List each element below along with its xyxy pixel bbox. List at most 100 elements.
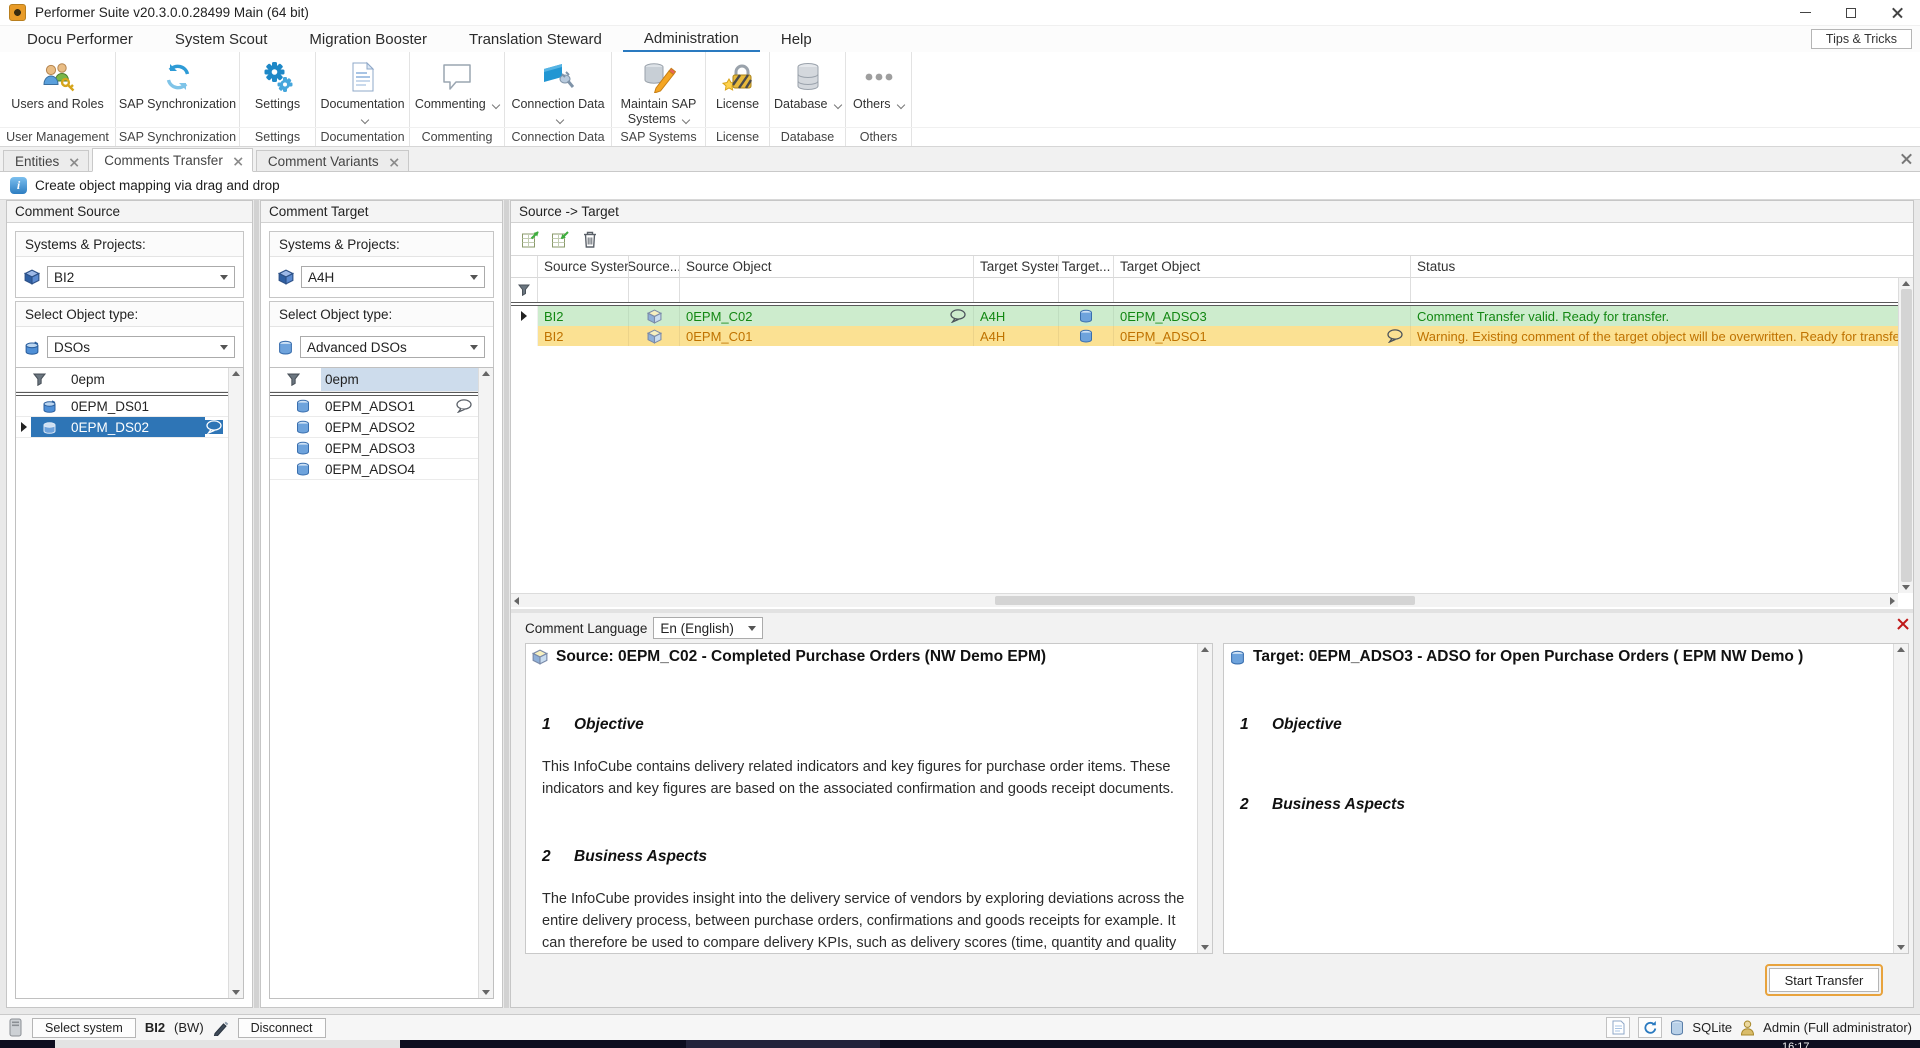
grid-arrow-icon <box>521 230 540 249</box>
export-mapping-button[interactable] <box>520 229 540 249</box>
list-item[interactable]: 0EPM_DS01 <box>16 396 243 417</box>
grid-vertical-scrollbar[interactable] <box>1898 278 1913 593</box>
ribbon-settings[interactable]: Settings <box>240 52 315 127</box>
source-objecttype-combo[interactable]: DSOs <box>47 336 235 358</box>
source-comment-title: Source: 0EPM_C02 - Completed Purchase Or… <box>556 648 1046 666</box>
scroll-down-icon[interactable] <box>482 990 490 995</box>
ribbon-connection-data[interactable]: Connection Data <box>505 52 611 127</box>
close-preview-icon[interactable] <box>1897 617 1908 632</box>
comment-language-combo[interactable]: En (English) <box>653 617 763 639</box>
target-filter-value[interactable]: 0epm <box>321 368 493 391</box>
splitter[interactable] <box>254 200 259 1008</box>
splitter[interactable] <box>504 200 509 1008</box>
target-comment-document[interactable]: 1 Objective 2 Business Aspects <box>1224 716 1908 814</box>
mapping-grid: Source System Source... Source Object Ta… <box>511 255 1913 607</box>
tab-close-icon[interactable] <box>389 158 395 164</box>
source-list-scrollbar[interactable] <box>228 368 243 998</box>
delete-mapping-button[interactable] <box>580 229 600 249</box>
close-button[interactable] <box>1874 0 1920 25</box>
refresh-button[interactable] <box>1638 1017 1662 1038</box>
tab-close-icon[interactable] <box>70 158 76 164</box>
col-status[interactable]: Status <box>1411 256 1913 278</box>
filter-funnel-icon <box>287 373 300 386</box>
ribbon-database[interactable]: Database <box>770 52 845 127</box>
scroll-down-icon[interactable] <box>232 990 240 995</box>
menu-docu-performer[interactable]: Docu Performer <box>6 26 154 52</box>
list-item[interactable]: 0EPM_ADSO2 <box>270 417 493 438</box>
menu-administration[interactable]: Administration <box>623 26 760 52</box>
scroll-down-icon[interactable] <box>1902 585 1910 590</box>
list-item[interactable]: 0EPM_ADSO3 <box>270 438 493 459</box>
col-source-object[interactable]: Source Object <box>680 256 974 278</box>
scroll-down-icon[interactable] <box>1201 945 1209 950</box>
target-list-scrollbar[interactable] <box>478 368 493 998</box>
col-target-type[interactable]: Target... <box>1059 256 1114 278</box>
maximize-button[interactable] <box>1828 0 1874 25</box>
documentation-icon <box>349 59 377 95</box>
source-comment-document[interactable]: 1 Objective This InfoCube contains deliv… <box>526 716 1212 976</box>
disconnect-button[interactable]: Disconnect <box>238 1018 326 1038</box>
scrollbar-thumb[interactable] <box>995 596 1415 605</box>
tips-tricks-button[interactable]: Tips & Tricks <box>1811 29 1912 49</box>
col-target-system[interactable]: Target System <box>974 256 1059 278</box>
list-item-selected[interactable]: 0EPM_DS02 <box>16 417 243 438</box>
list-item[interactable]: 0EPM_ADSO4 <box>270 459 493 480</box>
ribbon-others[interactable]: Others <box>846 52 911 127</box>
grid-filter-row[interactable] <box>511 278 1913 302</box>
target-objecttype-combo[interactable]: Advanced DSOs <box>300 336 485 358</box>
pen-icon[interactable] <box>213 1020 229 1036</box>
scroll-up-icon[interactable] <box>232 371 240 376</box>
mapping-row-warning[interactable]: BI2 0EPM_C01 A4H 0EPM_ADSO1 <box>511 326 1913 346</box>
status-warning: Warning. Existing comment of the target … <box>1411 326 1913 346</box>
connected-system-label: BI2 <box>145 1020 165 1035</box>
source-filter-value[interactable]: 0epm <box>67 368 243 391</box>
scroll-right-icon[interactable] <box>1890 597 1895 605</box>
tab-entities[interactable]: Entities <box>3 150 89 171</box>
scroll-up-icon[interactable] <box>1897 647 1905 652</box>
tab-comment-variants[interactable]: Comment Variants <box>256 150 409 171</box>
ribbon-documentation[interactable]: Documentation <box>316 52 409 127</box>
ribbon-license[interactable]: License <box>706 52 769 127</box>
scroll-up-icon[interactable] <box>1902 281 1910 286</box>
import-mapping-button[interactable] <box>550 229 570 249</box>
select-system-button[interactable]: Select system <box>32 1018 136 1038</box>
menu-help[interactable]: Help <box>760 26 833 52</box>
current-row-marker <box>21 422 27 432</box>
source-list-filter-row[interactable]: 0epm <box>16 368 243 392</box>
scroll-up-icon[interactable] <box>1201 647 1209 652</box>
tabstrip-close-icon[interactable] <box>1901 153 1912 164</box>
menu-translation-steward[interactable]: Translation Steward <box>448 26 623 52</box>
mapping-row-valid[interactable]: BI2 0EPM_C02 A4H <box>511 306 1913 326</box>
grid-horizontal-scrollbar[interactable] <box>511 593 1898 607</box>
ribbon-users-roles[interactable]: Users and Roles <box>0 52 115 127</box>
target-doc-scrollbar[interactable] <box>1893 644 1908 953</box>
target-list-filter-row[interactable]: 0epm <box>270 368 493 392</box>
tab-comments-transfer[interactable]: Comments Transfer <box>92 148 253 172</box>
source-system-combo[interactable]: BI2 <box>47 266 235 288</box>
ribbon-maintain-sap-systems[interactable]: Maintain SAP Systems <box>612 52 705 127</box>
source-type-groupbox: Select Object type: DSOs <box>15 301 244 368</box>
start-transfer-button[interactable]: Start Transfer <box>1769 968 1879 992</box>
taskbar-segment <box>686 1040 880 1048</box>
target-system-combo[interactable]: A4H <box>301 266 485 288</box>
log-button[interactable] <box>1606 1017 1630 1038</box>
menu-system-scout[interactable]: System Scout <box>154 26 289 52</box>
menu-migration-booster[interactable]: Migration Booster <box>288 26 448 52</box>
ribbon-sap-synchronization[interactable]: SAP Synchronization <box>116 52 239 127</box>
ribbon-commenting[interactable]: Commenting <box>410 52 504 127</box>
col-source-type[interactable]: Source... <box>629 256 680 278</box>
status-valid: Comment Transfer valid. Ready for transf… <box>1411 306 1913 326</box>
tab-close-icon[interactable] <box>234 157 240 163</box>
source-object-list: 0epm 0EPM_DS01 <box>15 367 244 999</box>
scroll-down-icon[interactable] <box>1897 945 1905 950</box>
minimize-button[interactable] <box>1782 0 1828 25</box>
users-roles-icon <box>41 59 75 95</box>
scroll-left-icon[interactable] <box>514 597 519 605</box>
mapping-toolbar <box>511 223 1913 255</box>
col-source-system[interactable]: Source System <box>538 256 629 278</box>
col-target-object[interactable]: Target Object <box>1114 256 1411 278</box>
source-doc-scrollbar[interactable] <box>1197 644 1212 953</box>
scroll-up-icon[interactable] <box>482 371 490 376</box>
list-item[interactable]: 0EPM_ADSO1 <box>270 396 493 417</box>
scrollbar-thumb[interactable] <box>1901 289 1912 582</box>
